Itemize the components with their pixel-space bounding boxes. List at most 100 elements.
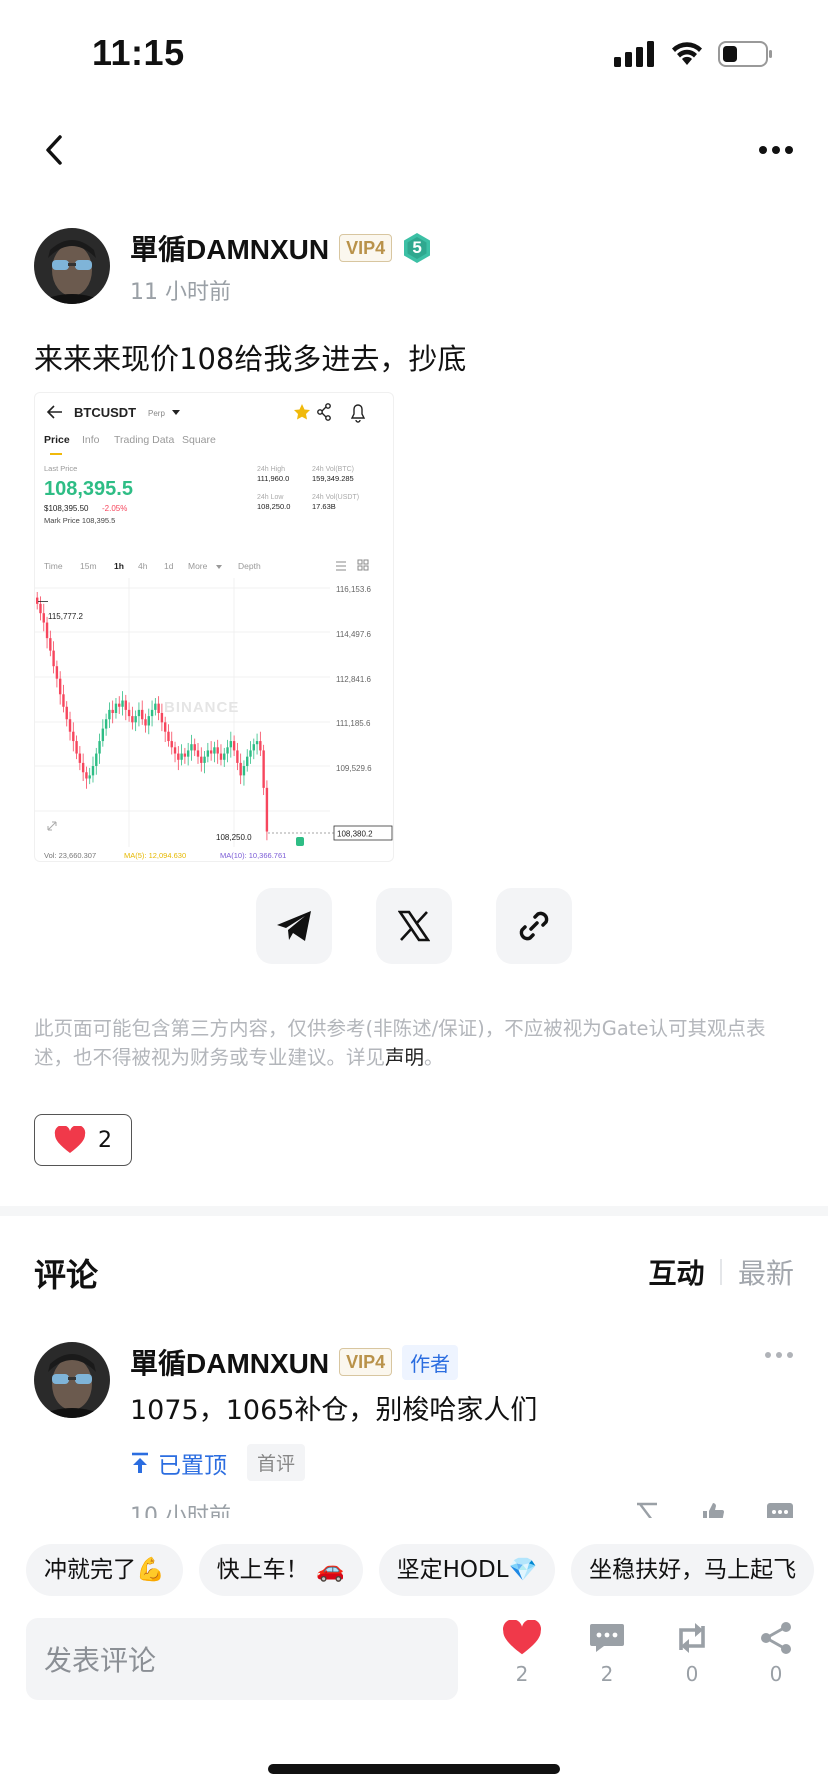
chart-vol-btc: 159,349.285 [312, 474, 354, 483]
candle-body [134, 716, 137, 723]
back-button[interactable] [34, 128, 74, 172]
chart-tab: Square [182, 434, 216, 446]
quick-reply-chip[interactable]: 快上车！ 🚗 [198, 1544, 363, 1596]
candle-body [236, 750, 239, 763]
sort-tab-interaction[interactable]: 互动 [648, 1252, 704, 1292]
like-button[interactable]: 2 [34, 1114, 132, 1166]
candle-body [147, 716, 150, 726]
quick-reply-chip[interactable]: 坐稳扶好，马上起飞 [571, 1544, 815, 1596]
chart-settings-icon [336, 561, 346, 571]
signal-icon [614, 41, 654, 67]
reply-icon[interactable] [766, 1500, 794, 1518]
chart-y-tick: 112,841.6 [336, 675, 372, 684]
candle-body [206, 750, 210, 757]
bottom-comment-button[interactable]: 2 [577, 1620, 637, 1686]
more-options-button[interactable] [754, 130, 798, 170]
bottom-repost-button[interactable]: 0 [662, 1620, 722, 1686]
candle-body [193, 744, 196, 751]
chart-interval: Depth [238, 561, 261, 571]
candle-body [39, 603, 42, 614]
comment-bubble-icon [590, 1624, 624, 1652]
pinned-label: 已置顶 [130, 1446, 227, 1480]
sort-tabs: 互动 最新 [648, 1252, 794, 1292]
candle-body [252, 744, 255, 751]
chart-y-tick: 111,185.6 [336, 719, 371, 728]
candle-body [173, 747, 177, 754]
chart-interval: 4h [138, 561, 148, 571]
candle-body [196, 750, 200, 757]
chart-mark-price: Mark Price 108,395.5 [44, 516, 115, 525]
chart-watermark: BINANCE [164, 699, 239, 716]
nav-bar [0, 120, 828, 180]
author-name-row: 單循DAMNXUN VIP4 5 [130, 228, 432, 268]
chart-bell-icon [350, 404, 366, 423]
bottom-like-button[interactable]: 2 [492, 1620, 552, 1686]
heart-icon [503, 1620, 541, 1655]
comment-more-button[interactable] [764, 1344, 794, 1363]
candle-body [141, 709, 144, 720]
candle-body [255, 741, 259, 745]
bottom-comment-count: 2 [600, 1662, 614, 1686]
comment-author-row: 單循DAMNXUN VIP4 作者 [130, 1342, 459, 1382]
share-x-button[interactable] [376, 888, 452, 964]
comment-input[interactable]: 发表评论 [26, 1618, 458, 1700]
copy-link-button[interactable] [496, 888, 572, 964]
candle-body [209, 750, 213, 754]
post-text: 来来来现价108给我多进去，抄底 [34, 342, 467, 376]
candle-body [49, 638, 52, 651]
candle-body [180, 753, 183, 760]
link-icon [519, 911, 549, 941]
chart-interval: More [188, 561, 208, 571]
disclaimer: 此页面可能包含第三方内容，仅供参考(非陈述/保证)，不应被视为Gate认可其观点… [34, 1014, 794, 1072]
comment-avatar[interactable] [34, 1342, 110, 1418]
quick-reply-chip[interactable]: 冲就完了💪 [26, 1544, 183, 1596]
share-row [256, 888, 572, 964]
candle-body [65, 706, 68, 720]
candle-body [219, 753, 223, 760]
disclaimer-link[interactable]: 声明 [385, 1046, 424, 1069]
quick-reply-chip[interactable]: 坚定HODL💎 [378, 1544, 556, 1596]
avatar[interactable] [34, 228, 110, 304]
repost-icon [679, 1623, 705, 1653]
candle-body [72, 731, 75, 742]
comment-author[interactable]: 單循DAMNXUN [130, 1342, 329, 1382]
comment-text: 1075，1065补仓，别梭哈家人们 [130, 1395, 538, 1426]
comment-input-placeholder: 发表评论 [44, 1644, 157, 1677]
chart-y-tick: 116,153.6 [336, 585, 372, 594]
candle-body [124, 700, 128, 710]
candle-body [111, 709, 114, 713]
candle-body [259, 741, 262, 751]
candle-body [223, 753, 226, 760]
candle-body [75, 741, 78, 754]
post-image[interactable]: BTCUSDT Perp Price Info Trading Data Square… [34, 392, 394, 862]
status-icons [614, 40, 774, 68]
chart-low-label: 24h Low [257, 494, 284, 501]
share-telegram-button[interactable] [256, 888, 332, 964]
chart-interval: 1h [114, 561, 124, 571]
sort-tab-latest[interactable]: 最新 [738, 1252, 794, 1292]
chart-dropdown-icon [172, 410, 180, 415]
candle-body [85, 772, 88, 779]
candle-body [167, 731, 170, 742]
chart-current-tag: 108,380.2 [337, 830, 373, 839]
thumbs-up-icon[interactable] [700, 1500, 726, 1518]
translate-icon[interactable] [634, 1500, 660, 1518]
chart-y-tick: 114,497.6 [336, 630, 372, 639]
chart-interval: 1d [164, 561, 174, 571]
candle-body [42, 613, 45, 623]
candle-body [203, 756, 206, 763]
author-name[interactable]: 單循DAMNXUN [130, 228, 329, 268]
candle-body [91, 766, 95, 776]
chart-perp: Perp [148, 409, 165, 418]
chart-lo-mark: 108,250.0 [216, 833, 252, 842]
candle-body [144, 719, 147, 726]
candle-body [62, 694, 65, 707]
candle-body [36, 597, 39, 604]
bottom-share-button[interactable]: 0 [746, 1620, 806, 1686]
candle-body [78, 753, 82, 763]
candle-body [68, 719, 72, 732]
candle-body [160, 713, 164, 723]
candle-body [249, 750, 252, 757]
candle-body [131, 716, 134, 723]
vip-badge: VIP4 [339, 234, 393, 262]
